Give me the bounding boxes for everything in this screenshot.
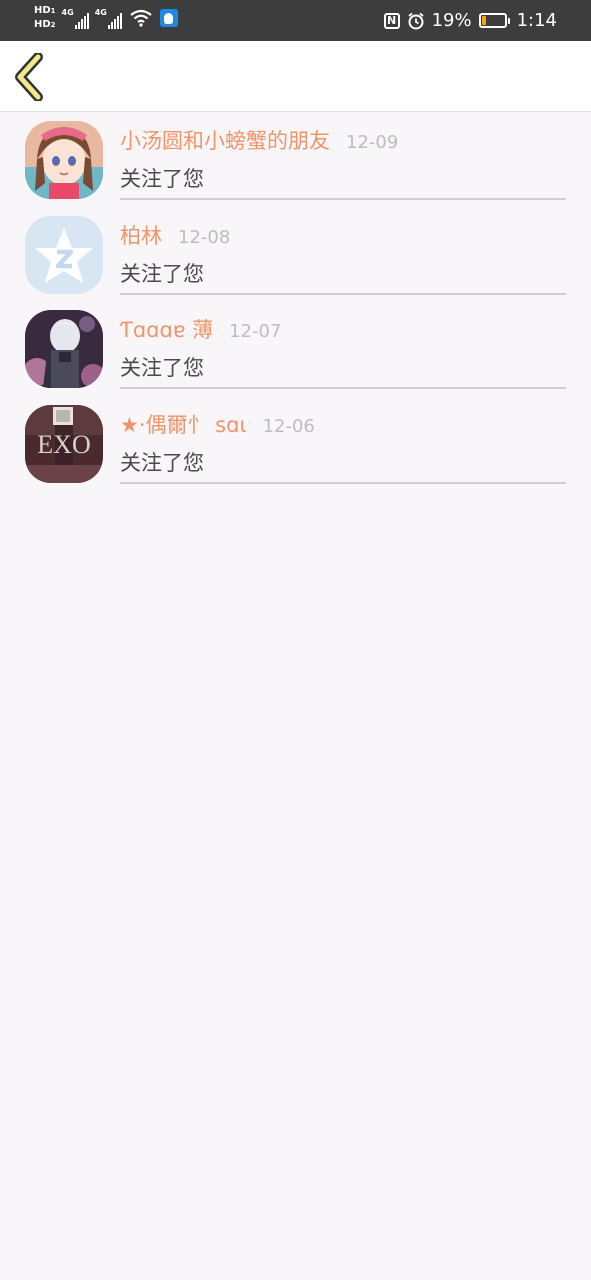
hd-indicator-1: HD1 <box>34 5 56 16</box>
user-name[interactable]: ★·偶爾忄 sɑι <box>120 409 247 439</box>
signal-1: 4G <box>62 7 89 29</box>
list-item[interactable]: Ƭɑɑɑɐ 薄 12-07 关注了您 <box>0 301 591 396</box>
date: 12-06 <box>262 415 315 437</box>
avatar[interactable]: EXO <box>25 404 103 483</box>
action-text: 关注了您 <box>120 356 204 380</box>
action-text: 关注了您 <box>120 167 204 191</box>
list-item[interactable]: 小汤圆和小螃蟹的朋友 12-09 关注了您 <box>0 112 591 207</box>
network-type-2: 4G <box>94 8 107 17</box>
user-name[interactable]: 小汤圆和小螃蟹的朋友 <box>120 125 330 155</box>
row-content: 柏林 12-08 关注了您 <box>120 216 566 295</box>
signal-bars-icon <box>74 11 89 29</box>
name-line: ★·偶爾忄 sɑι 12-06 <box>120 405 566 443</box>
battery-fill <box>481 16 486 25</box>
qzone-star-icon <box>25 215 103 294</box>
user-name[interactable]: Ƭɑɑɑɐ 薄 <box>120 314 213 344</box>
qq-app-icon <box>159 9 178 27</box>
list-item[interactable]: EXO ★·偶爾忄 sɑι 12-06 关注了您 <box>0 396 591 491</box>
battery-percent: 19% <box>431 10 472 31</box>
avatar-exo-text: EXO <box>37 430 90 459</box>
chevron-left-icon <box>15 52 43 102</box>
nfc-icon: N <box>383 12 400 29</box>
date: 12-08 <box>178 226 231 248</box>
row-content: 小汤圆和小螃蟹的朋友 12-09 关注了您 <box>120 121 566 200</box>
avatar[interactable] <box>25 121 103 199</box>
battery-icon <box>478 13 510 28</box>
top-bar <box>0 41 591 112</box>
user-name[interactable]: 柏林 <box>120 220 162 250</box>
status-left: HD1 HD2 4G 4G <box>34 5 178 31</box>
row-content: Ƭɑɑɑɐ 薄 12-07 关注了您 <box>120 310 566 389</box>
date: 12-09 <box>346 132 399 153</box>
wifi-icon <box>130 9 152 27</box>
hd-indicators: HD1 HD2 <box>34 5 56 31</box>
action-text: 关注了您 <box>120 450 204 475</box>
action-text: 关注了您 <box>120 261 204 286</box>
row-content: ★·偶爾忄 sɑι 12-06 关注了您 <box>120 405 566 484</box>
status-bar: HD1 HD2 4G 4G N 19% 1:14 <box>0 0 591 41</box>
name-line: 柏林 12-08 <box>120 216 566 254</box>
hd-indicator-2: HD2 <box>34 19 56 30</box>
follower-list: 小汤圆和小螃蟹的朋友 12-09 关注了您 柏林 12-08 关注了您 Ƭɑɑɑ… <box>0 112 591 490</box>
status-right: N 19% 1:14 <box>383 0 557 41</box>
signal-2: 4G <box>95 7 122 29</box>
avatar-anime-boy <box>25 310 103 388</box>
name-line: Ƭɑɑɑɐ 薄 12-07 <box>120 310 566 348</box>
name-line: 小汤圆和小螃蟹的朋友 12-09 <box>120 121 566 159</box>
list-item[interactable]: 柏林 12-08 关注了您 <box>0 207 591 302</box>
clock: 1:14 <box>516 10 557 31</box>
back-button[interactable] <box>12 52 52 102</box>
avatar-anime-girl <box>25 121 103 199</box>
avatar[interactable] <box>25 310 103 388</box>
signal-bars-icon <box>107 11 122 29</box>
network-type-1: 4G <box>61 8 74 17</box>
alarm-icon <box>407 12 424 29</box>
avatar-exo: EXO <box>25 404 103 483</box>
avatar[interactable] <box>25 215 103 294</box>
date: 12-07 <box>229 321 282 342</box>
